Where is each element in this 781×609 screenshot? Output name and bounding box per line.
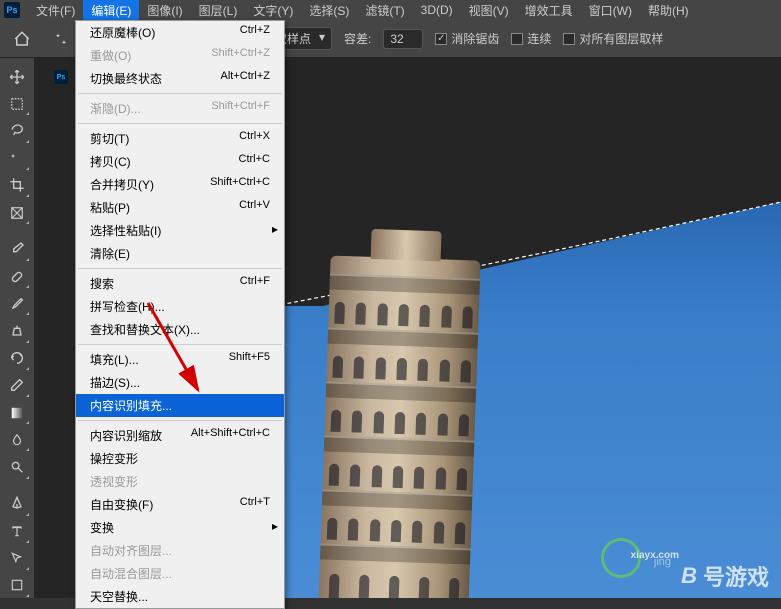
healing-tool[interactable] [4, 264, 30, 289]
menu-item[interactable]: 查找和替换文本(X)... [76, 318, 284, 341]
pen-tool[interactable] [4, 491, 30, 516]
menu-item[interactable]: 操控变形 [76, 447, 284, 470]
path-select-tool[interactable] [4, 546, 30, 571]
all-layers-checkbox[interactable]: 对所有图层取样 [563, 30, 663, 47]
menu-select[interactable]: 选择(S) [301, 0, 357, 21]
tolerance-label: 容差: [344, 30, 371, 47]
menu-item: 重做(O)Shift+Ctrl+Z [76, 44, 284, 67]
menu-item[interactable]: 切换最终状态Alt+Ctrl+Z [76, 67, 284, 90]
menu-edit[interactable]: 编辑(E) [83, 0, 139, 21]
toolbar [0, 58, 34, 598]
menu-item: 渐隐(D)...Shift+Ctrl+F [76, 97, 284, 120]
menu-type[interactable]: 文字(Y) [245, 0, 301, 21]
menu-item[interactable]: 还原魔棒(O)Ctrl+Z [76, 21, 284, 44]
magic-wand-tool-icon[interactable] [48, 27, 72, 51]
menu-item[interactable]: 拼写检查(H)... [76, 295, 284, 318]
menu-item[interactable]: 内容识别缩放Alt+Shift+Ctrl+C [76, 424, 284, 447]
move-tool[interactable] [4, 64, 30, 89]
eraser-tool[interactable] [4, 373, 30, 398]
frame-tool[interactable] [4, 200, 30, 225]
tolerance-input[interactable] [383, 29, 423, 49]
clone-tool[interactable] [4, 318, 30, 343]
brush-tool[interactable] [4, 291, 30, 316]
menu-item[interactable]: 描边(S)... [76, 371, 284, 394]
menu-item[interactable]: 搜索Ctrl+F [76, 272, 284, 295]
menu-item[interactable]: 内容识别填充... [76, 394, 284, 417]
menu-item[interactable]: 自由变换(F)Ctrl+T [76, 493, 284, 516]
menu-item: 自动对齐图层... [76, 539, 284, 562]
menu-item[interactable]: 填充(L)...Shift+F5 [76, 348, 284, 371]
menu-item: 自动混合图层... [76, 562, 284, 585]
menu-item[interactable]: 选择性粘贴(I)▸ [76, 219, 284, 242]
menu-3d[interactable]: 3D(D) [413, 1, 461, 19]
menu-item[interactable]: 变换▸ [76, 516, 284, 539]
shape-tool[interactable] [4, 573, 30, 598]
dodge-tool[interactable] [4, 454, 30, 479]
contiguous-checkbox[interactable]: 连续 [511, 30, 551, 47]
history-brush-tool[interactable] [4, 346, 30, 371]
antialias-checkbox[interactable]: 消除锯齿 [435, 30, 499, 47]
menu-help[interactable]: 帮助(H) [640, 0, 697, 21]
menu-window[interactable]: 窗口(W) [581, 0, 640, 21]
menu-file[interactable]: 文件(F) [28, 0, 83, 21]
magic-wand-tool[interactable] [4, 146, 30, 171]
menu-item[interactable]: 剪切(T)Ctrl+X [76, 127, 284, 150]
menubar: Ps 文件(F) 编辑(E) 图像(I) 图层(L) 文字(Y) 选择(S) 滤… [0, 0, 781, 20]
crop-tool[interactable] [4, 173, 30, 198]
menu-plugins[interactable]: 增效工具 [517, 0, 581, 21]
lasso-tool[interactable] [4, 118, 30, 143]
ps-logo: Ps [4, 2, 20, 18]
blur-tool[interactable] [4, 427, 30, 452]
tower-image [317, 255, 480, 598]
menu-item[interactable]: 清除(E) [76, 242, 284, 265]
menu-image[interactable]: 图像(I) [139, 0, 190, 21]
home-icon[interactable] [8, 25, 36, 53]
gradient-tool[interactable] [4, 400, 30, 425]
menu-filter[interactable]: 滤镜(T) [357, 0, 412, 21]
menu-view[interactable]: 视图(V) [461, 0, 517, 21]
menu-item[interactable]: 粘贴(P)Ctrl+V [76, 196, 284, 219]
menu-item[interactable]: 拷贝(C)Ctrl+C [76, 150, 284, 173]
menu-layer[interactable]: 图层(L) [191, 0, 246, 21]
document-tab[interactable]: Ps [54, 70, 68, 84]
edit-menu-dropdown: 还原魔棒(O)Ctrl+Z重做(O)Shift+Ctrl+Z切换最终状态Alt+… [75, 20, 285, 609]
watermark: B xiayx.com 号游戏 [681, 560, 769, 592]
menu-item[interactable]: 天空替换... [76, 585, 284, 608]
canvas-image: jing B xiayx.com 号游戏 [274, 198, 781, 598]
menu-item[interactable]: 合并拷贝(Y)Shift+Ctrl+C [76, 173, 284, 196]
marquee-tool[interactable] [4, 91, 30, 116]
type-tool[interactable] [4, 519, 30, 544]
menu-item: 透视变形 [76, 470, 284, 493]
eyedropper-tool[interactable] [4, 237, 30, 262]
